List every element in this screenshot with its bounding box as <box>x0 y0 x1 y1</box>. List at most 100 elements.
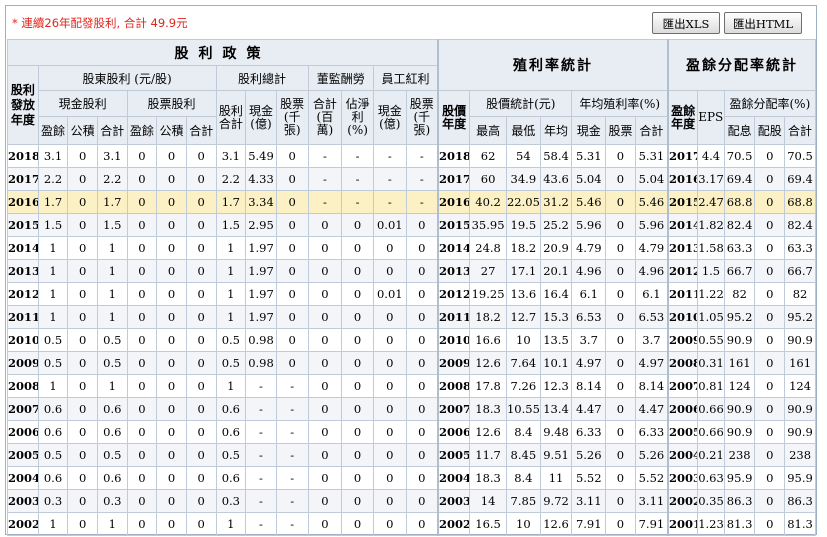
table-cell: 90.9 <box>784 328 816 352</box>
table-cell: 0.6 <box>215 420 247 444</box>
table-cell: 2.2 <box>96 167 128 191</box>
table-cell: 124 <box>723 374 756 398</box>
table-cell: 6.53 <box>571 305 607 329</box>
table-cell: 0.6 <box>215 397 247 421</box>
table-cell: 2016 <box>667 167 699 191</box>
export-html-button[interactable]: 匯出HTML <box>724 12 802 34</box>
table-cell: 5.49 <box>245 144 277 168</box>
table-cell: 82 <box>784 282 816 306</box>
table-cell: 1 <box>96 305 128 329</box>
table-cell: 0 <box>605 397 636 421</box>
table-cell: 0 <box>372 374 407 398</box>
table-cell: 12.6 <box>469 420 507 444</box>
table-cell: 0 <box>605 328 636 352</box>
table-cell: 8.45 <box>505 443 541 467</box>
table-cell: 0 <box>126 282 158 306</box>
table-cell: 90.9 <box>784 420 816 444</box>
table-cell: 2008 <box>436 374 471 398</box>
table-cell: 0 <box>307 259 343 283</box>
table-cell: 16.5 <box>469 512 507 536</box>
table-cell: 0 <box>185 443 217 467</box>
table-cell: 0 <box>754 213 786 237</box>
eps-header: EPS(元) <box>697 90 725 145</box>
table-cell: - <box>245 512 277 536</box>
table-cell: 0 <box>754 190 786 214</box>
table-cell: 2004 <box>7 466 39 490</box>
table-cell: 20.9 <box>539 236 573 260</box>
table-cell: - <box>341 144 374 168</box>
table-cell: 0 <box>275 351 309 375</box>
table-row: 2010 0.5 0 0.5 0 0 0 0.5 0.98 0 0 0 0 0 2010 16.6 10 13.5… <box>7 328 816 352</box>
table-cell: 0.6 <box>37 466 69 490</box>
policy-title: 股利政策 <box>6 39 439 66</box>
table-cell: 0 <box>372 489 407 513</box>
table-cell: 0 <box>605 466 636 490</box>
table-cell: 0 <box>605 282 636 306</box>
table-cell: 4.97 <box>634 351 669 375</box>
table-cell: 0 <box>372 305 407 329</box>
table-cell: 1.97 <box>245 282 277 306</box>
table-cell: 10.55 <box>505 397 541 421</box>
table-cell: 0.01 <box>372 213 407 237</box>
table-cell: 3.7 <box>634 328 669 352</box>
table-cell: 2.47 <box>697 190 725 214</box>
table-cell: 0 <box>341 351 374 375</box>
cash-dividend-header: 現金股利 <box>37 90 128 117</box>
table-cell: - <box>307 190 343 214</box>
table-cell: 0 <box>67 213 98 237</box>
table-row: 2014 1 0 1 0 0 0 1 1.97 0 0 0 0 0 2014 24.8 18.2 20.9 4.79… <box>7 236 816 260</box>
table-cell: 0 <box>126 397 158 421</box>
table-cell: 1 <box>96 374 128 398</box>
table-cell: 0 <box>126 259 158 283</box>
table-cell: 95.2 <box>723 305 756 329</box>
stock-total-header: 合計 <box>185 116 217 145</box>
table-cell: 35.95 <box>469 213 507 237</box>
table-cell: 0 <box>372 397 407 421</box>
table-cell: 17.1 <box>505 259 541 283</box>
table-cell: 2017 <box>7 167 39 191</box>
table-cell: 0 <box>126 351 158 375</box>
table-cell: - <box>245 420 277 444</box>
table-cell: 0 <box>126 443 158 467</box>
table-cell: 90.9 <box>723 328 756 352</box>
table-cell: 2002 <box>7 512 39 536</box>
table-cell: 1 <box>215 259 247 283</box>
table-cell: 2009 <box>7 351 39 375</box>
table-cell: 0.55 <box>697 328 725 352</box>
table-cell: 5.96 <box>571 213 607 237</box>
table-cell: 9.48 <box>539 420 573 444</box>
table-cell: 2018 <box>436 144 471 168</box>
emp-cash-header: 現金(億) <box>372 90 407 145</box>
table-cell: 6.53 <box>634 305 669 329</box>
low-header: 最低 <box>505 116 541 145</box>
table-cell: 5.26 <box>571 443 607 467</box>
table-cell: 0 <box>156 144 187 168</box>
table-cell: 0 <box>126 305 158 329</box>
table-cell: 0 <box>126 420 158 444</box>
table-cell: 0 <box>307 489 343 513</box>
table-cell: 0.5 <box>96 351 128 375</box>
table-row: 2017 2.2 0 2.2 0 0 0 2.2 4.33 0- - - -2017 60 34.9 43.6… <box>7 167 816 191</box>
table-cell: 7.64 <box>505 351 541 375</box>
table-cell: 12.6 <box>469 351 507 375</box>
table-cell: 0 <box>185 305 217 329</box>
table-cell: 0 <box>185 213 217 237</box>
table-cell: 86.3 <box>723 489 756 513</box>
table-cell: 2016 <box>436 190 471 214</box>
dist-header: 配息 <box>723 116 756 145</box>
table-cell: 0 <box>405 213 439 237</box>
table-cell: 0 <box>126 374 158 398</box>
table-cell: 1.58 <box>697 236 725 260</box>
table-cell: - <box>275 512 309 536</box>
table-cell: 82 <box>723 282 756 306</box>
table-cell: 0.5 <box>96 443 128 467</box>
table-cell: 0.5 <box>37 443 69 467</box>
export-xls-button[interactable]: 匯出XLS <box>652 12 720 34</box>
table-cell: 0.6 <box>96 397 128 421</box>
table-cell: - <box>341 190 374 214</box>
table-cell: 4.96 <box>634 259 669 283</box>
table-cell: 0 <box>341 443 374 467</box>
supervisor-pay-header: 董監酬勞 <box>307 65 374 91</box>
table-cell: 0 <box>754 351 786 375</box>
table-cell: 0.6 <box>37 420 69 444</box>
